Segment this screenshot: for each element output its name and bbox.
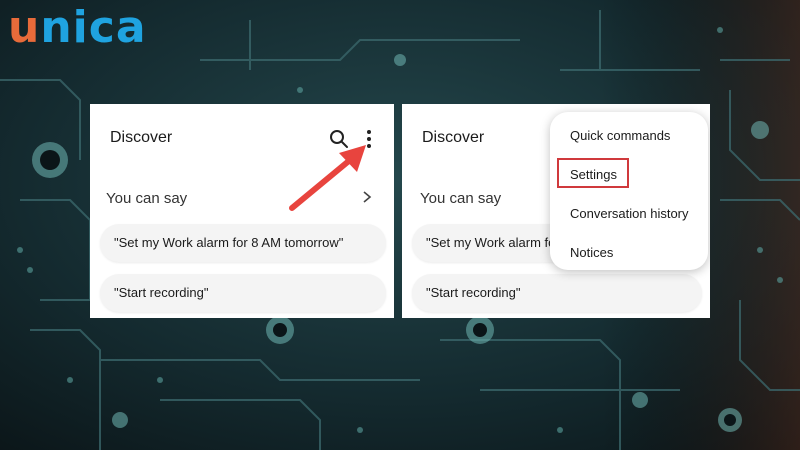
- discover-screen-right: Discover You can say "Set my Work alarm …: [402, 104, 710, 318]
- unica-logo: unica: [8, 2, 147, 53]
- you-can-say-label[interactable]: You can say: [106, 190, 187, 207]
- menu-item-settings[interactable]: Settings: [570, 167, 617, 182]
- menu-item-notices[interactable]: Notices: [570, 245, 613, 260]
- menu-item-quick-commands[interactable]: Quick commands: [570, 128, 670, 143]
- you-can-say-label[interactable]: You can say: [420, 190, 501, 207]
- more-vert-icon[interactable]: [358, 128, 380, 150]
- suggestion-chip-recording[interactable]: "Start recording": [100, 274, 386, 312]
- menu-item-conversation-history[interactable]: Conversation history: [570, 206, 689, 221]
- suggestion-chip-recording[interactable]: "Start recording": [412, 274, 702, 312]
- page-title: Discover: [110, 129, 173, 146]
- page-title: Discover: [422, 129, 485, 146]
- overflow-menu: Quick commands Settings Conversation his…: [550, 112, 708, 270]
- suggestion-chip-alarm[interactable]: "Set my Work alarm for 8 AM tomorrow": [100, 224, 386, 262]
- search-icon[interactable]: [328, 128, 350, 150]
- chevron-right-icon[interactable]: [360, 190, 374, 204]
- discover-screen-left: Discover You can say "Set my Work alarm …: [90, 104, 394, 318]
